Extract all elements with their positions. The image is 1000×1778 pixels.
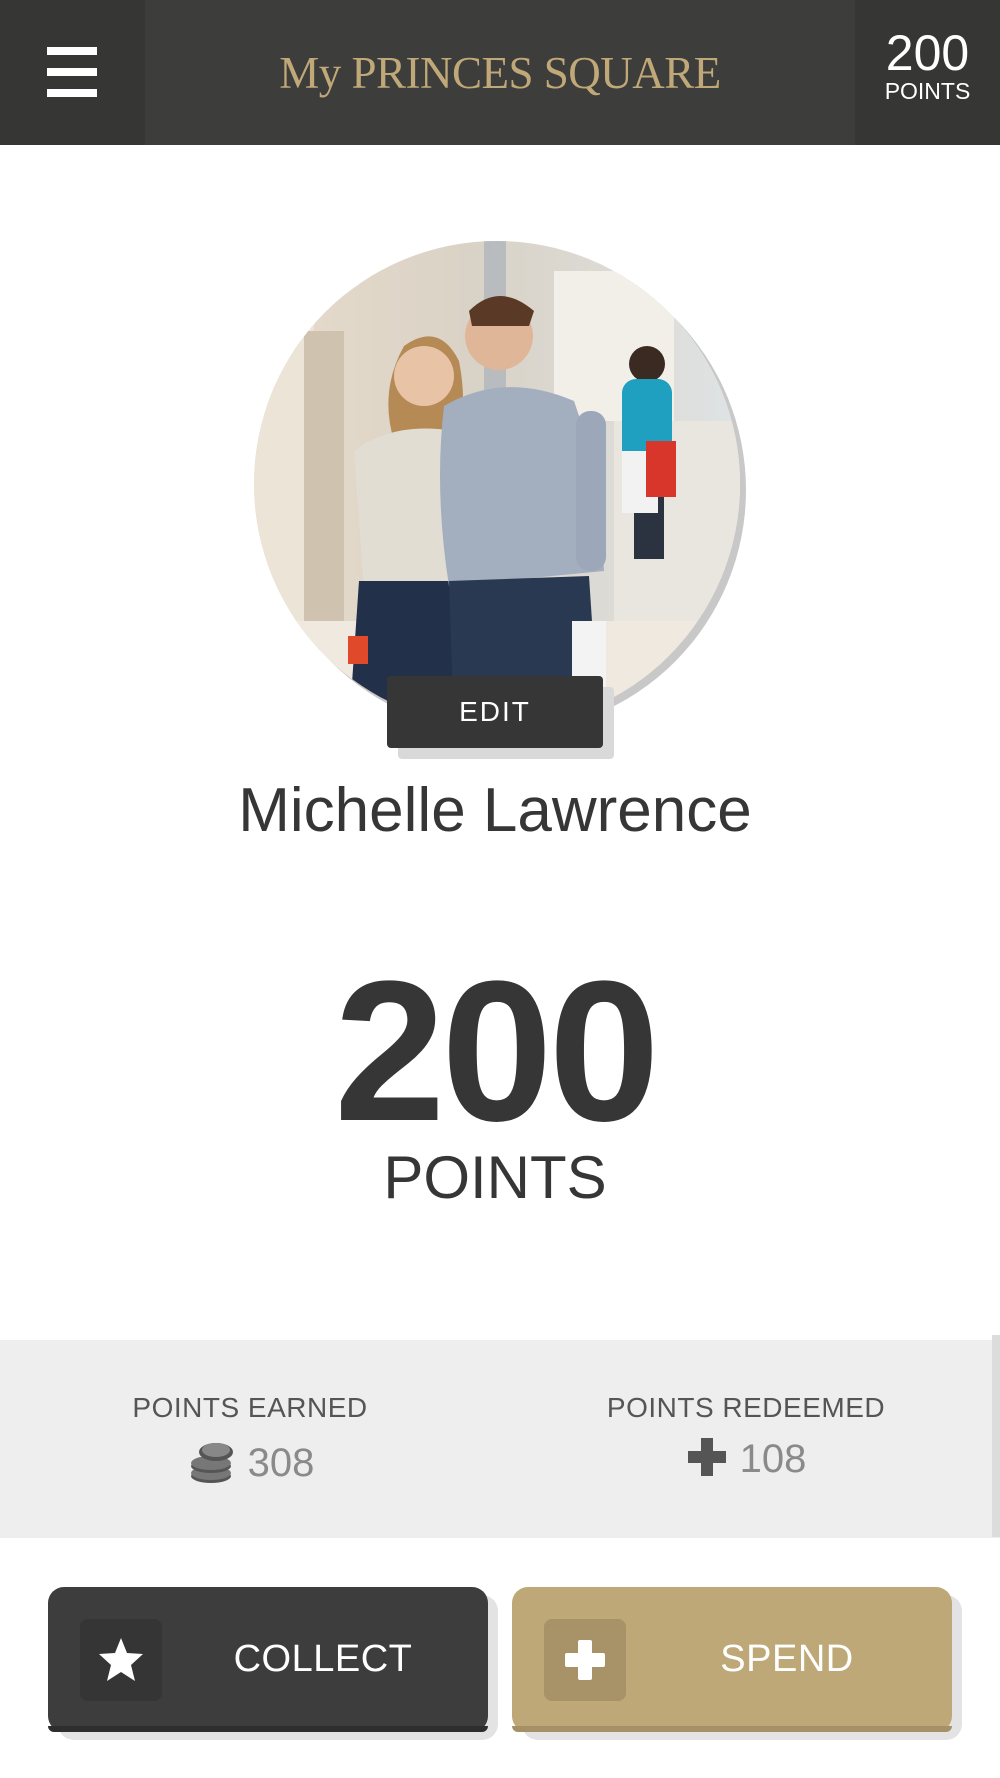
coins-icon <box>186 1436 236 1491</box>
points-total-label: POINTS <box>383 1144 607 1211</box>
points-stats-panel: POINTS EARNED 308 POINTS REDEEMED 108 <box>0 1340 1000 1538</box>
points-redeemed-label: POINTS REDEEMED <box>606 1392 886 1423</box>
edit-profile-button[interactable]: EDIT <box>387 676 603 748</box>
header-points-badge[interactable]: 200 POINTS <box>855 0 1000 145</box>
star-icon <box>80 1619 162 1701</box>
spend-button-underline <box>512 1726 952 1732</box>
points-redeemed-stat: POINTS REDEEMED 108 <box>496 1340 996 1483</box>
user-name: Michelle Lawrence <box>238 776 752 845</box>
spend-label: SPEND <box>720 1638 854 1680</box>
avatar <box>254 241 740 727</box>
scroll-edge <box>992 1335 1000 1537</box>
header-points-label: POINTS <box>884 78 971 104</box>
app-header: My PRINCES SQUARE 200 POINTS <box>0 0 1000 145</box>
points-earned-stat: POINTS EARNED 308 <box>0 1340 500 1491</box>
points-earned-value: 308 <box>247 1441 315 1485</box>
spend-button[interactable]: SPEND <box>512 1587 952 1732</box>
plus-icon <box>544 1619 626 1701</box>
hamburger-menu-button[interactable] <box>0 0 145 145</box>
avatar-photo <box>254 241 740 727</box>
points-earned-row: 308 <box>0 1436 500 1491</box>
points-earned-label: POINTS EARNED <box>132 1392 368 1423</box>
points-redeemed-value: 108 <box>739 1437 807 1481</box>
points-total: 200 <box>334 940 660 1163</box>
plus-icon <box>686 1436 728 1483</box>
menu-icon-bar <box>47 68 97 76</box>
brand-logo: My PRINCES SQUARE <box>279 47 721 98</box>
menu-icon <box>47 47 97 55</box>
collect-button[interactable]: COLLECT <box>48 1587 488 1732</box>
menu-icon-bar <box>47 89 97 97</box>
collect-button-underline <box>48 1726 488 1732</box>
header-points-value: 200 <box>885 25 970 81</box>
points-redeemed-row: 108 <box>496 1436 996 1483</box>
collect-label: COLLECT <box>233 1638 413 1680</box>
